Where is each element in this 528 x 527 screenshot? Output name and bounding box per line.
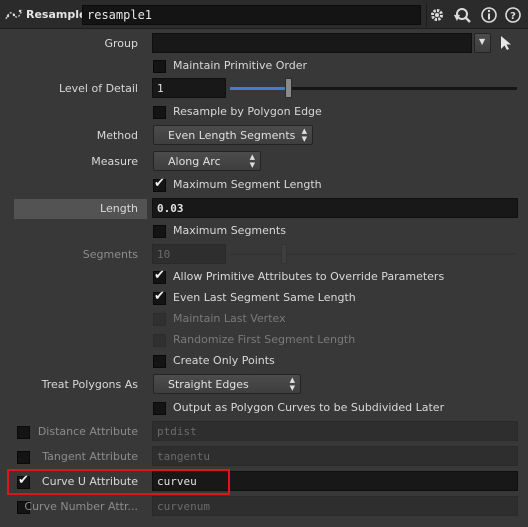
resample-node-icon bbox=[5, 9, 23, 20]
length-label: Length bbox=[100, 202, 138, 215]
help-icon[interactable]: ? bbox=[503, 5, 523, 25]
method-dropdown[interactable]: Even Length Segments ▲ ▼ bbox=[153, 125, 313, 145]
tangent-attribute-field[interactable]: tangentu bbox=[152, 446, 518, 466]
tangent-attribute-checkbox[interactable] bbox=[17, 451, 30, 464]
create-only-points-label: Create Only Points bbox=[173, 354, 275, 367]
segments-slider-handle[interactable] bbox=[281, 244, 287, 264]
up-down-arrows-icon: ▲ ▼ bbox=[301, 127, 307, 143]
maximum-segment-length-label: Maximum Segment Length bbox=[173, 178, 322, 191]
curve-number-attribute-value: curvenum bbox=[157, 500, 210, 513]
measure-label: Measure bbox=[91, 155, 138, 168]
node-name-field[interactable]: resample1 bbox=[82, 5, 421, 25]
maintain-last-vertex-label: Maintain Last Vertex bbox=[173, 312, 286, 325]
up-down-arrows-icon: ▲ ▼ bbox=[249, 153, 255, 169]
level-of-detail-value: 1 bbox=[157, 82, 164, 95]
select-arrow-icon[interactable] bbox=[499, 35, 513, 51]
treat-polygons-as-dropdown[interactable]: Straight Edges ▲ ▼ bbox=[153, 374, 301, 394]
maintain-primitive-order-checkbox[interactable] bbox=[153, 60, 166, 73]
maintain-primitive-order-label: Maintain Primitive Order bbox=[173, 59, 308, 72]
maximum-segment-length-checkbox[interactable]: ✔ bbox=[153, 176, 166, 192]
gear-icon[interactable] bbox=[427, 5, 447, 25]
info-icon[interactable] bbox=[479, 5, 499, 25]
length-value: 0.03 bbox=[157, 202, 184, 215]
segments-slider-track[interactable] bbox=[230, 253, 517, 255]
allow-primitive-attributes-label: Allow Primitive Attributes to Override P… bbox=[173, 270, 445, 283]
node-type-label: Resample bbox=[26, 8, 87, 21]
group-value bbox=[153, 34, 471, 40]
method-value: Even Length Segments bbox=[168, 129, 296, 142]
tangent-attribute-value: tangentu bbox=[157, 450, 210, 463]
distance-attribute-label: Distance Attribute bbox=[37, 425, 138, 438]
even-last-segment-label: Even Last Segment Same Length bbox=[173, 291, 356, 304]
segments-label: Segments bbox=[82, 248, 138, 261]
checkmark-icon: ✔ bbox=[154, 176, 165, 191]
group-label: Group bbox=[104, 37, 139, 50]
level-of-detail-label: Level of Detail bbox=[58, 82, 138, 95]
create-only-points-checkbox[interactable] bbox=[153, 355, 166, 368]
maximum-segments-checkbox[interactable] bbox=[153, 225, 166, 238]
randomize-first-segment-label: Randomize First Segment Length bbox=[173, 333, 356, 346]
measure-value: Along Arc bbox=[168, 155, 221, 168]
treat-polygons-as-label: Treat Polygons As bbox=[41, 378, 138, 391]
output-polygon-curves-checkbox[interactable] bbox=[153, 402, 166, 415]
distance-attribute-field[interactable]: ptdist bbox=[152, 421, 518, 441]
segments-value: 10 bbox=[157, 248, 171, 261]
distance-attribute-value: ptdist bbox=[157, 425, 197, 438]
level-of-detail-slider-handle[interactable] bbox=[285, 78, 292, 98]
treat-polygons-as-value: Straight Edges bbox=[168, 378, 249, 391]
svg-text:?: ? bbox=[510, 11, 516, 22]
highlight-box bbox=[7, 469, 230, 495]
length-field[interactable]: 0.03 bbox=[152, 198, 518, 218]
search-icon[interactable] bbox=[453, 5, 473, 25]
output-polygon-curves-label: Output as Polygon Curves to be Subdivide… bbox=[173, 401, 445, 414]
checkmark-icon: ✔ bbox=[154, 289, 165, 304]
method-label: Method bbox=[96, 129, 138, 142]
level-of-detail-field[interactable]: 1 bbox=[152, 78, 226, 98]
group-menu-button[interactable]: ▼ bbox=[474, 33, 491, 53]
measure-dropdown[interactable]: Along Arc ▲ ▼ bbox=[153, 151, 261, 171]
maintain-last-vertex-checkbox[interactable] bbox=[153, 313, 166, 326]
even-last-segment-checkbox[interactable]: ✔ bbox=[153, 289, 166, 305]
resample-by-polygon-edge-checkbox[interactable] bbox=[153, 106, 166, 119]
segments-field[interactable]: 10 bbox=[152, 244, 226, 264]
curve-number-attribute-label: Curve Number Attr... bbox=[24, 500, 138, 513]
chevron-down-icon: ▼ bbox=[479, 37, 486, 46]
maximum-segments-label: Maximum Segments bbox=[173, 224, 286, 237]
curve-number-attribute-field[interactable]: curvenum bbox=[152, 496, 518, 516]
randomize-first-segment-checkbox[interactable] bbox=[153, 334, 166, 347]
resample-by-polygon-edge-label: Resample by Polygon Edge bbox=[173, 105, 322, 118]
allow-primitive-attributes-checkbox[interactable]: ✔ bbox=[153, 268, 166, 284]
distance-attribute-checkbox[interactable] bbox=[17, 426, 30, 439]
checkmark-icon: ✔ bbox=[154, 268, 165, 283]
tangent-attribute-label: Tangent Attribute bbox=[42, 450, 138, 463]
group-field[interactable] bbox=[152, 33, 472, 53]
level-of-detail-slider-fill bbox=[230, 87, 288, 90]
up-down-arrows-icon: ▲ ▼ bbox=[289, 376, 295, 392]
